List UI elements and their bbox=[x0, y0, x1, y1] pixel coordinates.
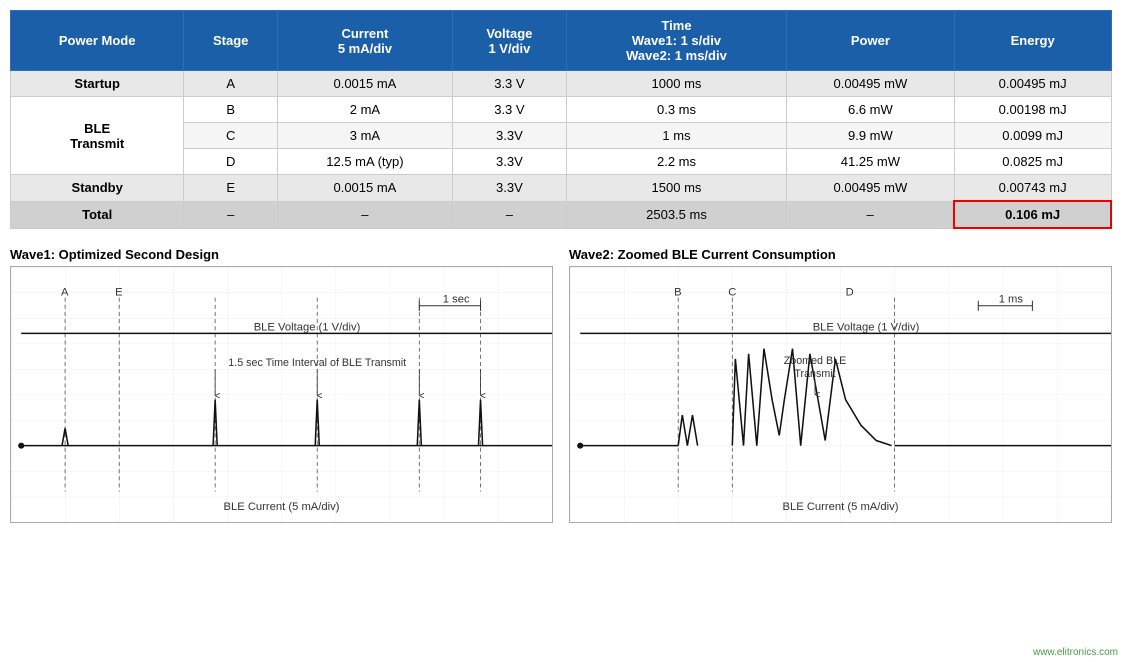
col-header-energy: Energy bbox=[954, 11, 1111, 71]
cell-voltage: 3.3 V bbox=[452, 71, 566, 97]
cell-voltage: 3.3V bbox=[452, 175, 566, 202]
cell-power: 6.6 mW bbox=[787, 97, 955, 123]
cell-power-mode: Standby bbox=[11, 175, 184, 202]
cell-power: 0.00495 mW bbox=[787, 71, 955, 97]
cell-current: 2 mA bbox=[278, 97, 453, 123]
col-header-stage: Stage bbox=[184, 11, 278, 71]
cell-stage: C bbox=[184, 123, 278, 149]
cell-time: 1500 ms bbox=[566, 175, 786, 202]
cell-stage: A bbox=[184, 71, 278, 97]
cell-stage: B bbox=[184, 97, 278, 123]
cell-energy-total: 0.106 mJ bbox=[954, 201, 1111, 228]
wave1-current-label: BLE Current (5 mA/div) bbox=[224, 501, 340, 513]
waves-section: Wave1: Optimized Second Design 1 bbox=[10, 247, 1112, 526]
cell-voltage: 3.3 V bbox=[452, 97, 566, 123]
col-header-time: TimeWave1: 1 s/divWave2: 1 ms/div bbox=[566, 11, 786, 71]
cell-power: 9.9 mW bbox=[787, 123, 955, 149]
cell-stage: – bbox=[184, 201, 278, 228]
cell-current: 0.0015 mA bbox=[278, 71, 453, 97]
cell-energy: 0.00495 mJ bbox=[954, 71, 1111, 97]
wave2-time-label: 1 ms bbox=[999, 294, 1024, 306]
col-header-power: Power bbox=[787, 11, 955, 71]
power-table: Power Mode Stage Current5 mA/div Voltage… bbox=[10, 10, 1112, 229]
marker-a-label: A bbox=[61, 287, 69, 299]
wave1-panel: Wave1: Optimized Second Design 1 bbox=[10, 247, 553, 526]
cell-current: 3 mA bbox=[278, 123, 453, 149]
wave1-title: Wave1: Optimized Second Design bbox=[10, 247, 553, 262]
marker-c-label: C bbox=[728, 287, 736, 299]
cell-current: 12.5 mA (typ) bbox=[278, 149, 453, 175]
wave1-svg: 1 sec A E BLE Voltage (1 V/div) bbox=[10, 266, 553, 523]
cell-energy: 0.0099 mJ bbox=[954, 123, 1111, 149]
cell-time: 2503.5 ms bbox=[566, 201, 786, 228]
cell-energy: 0.0825 mJ bbox=[954, 149, 1111, 175]
cell-power-mode: Total bbox=[11, 201, 184, 228]
cell-energy: 0.00743 mJ bbox=[954, 175, 1111, 202]
table-row: BLETransmit B 2 mA 3.3 V 0.3 ms 6.6 mW 0… bbox=[11, 97, 1112, 123]
cell-time: 0.3 ms bbox=[566, 97, 786, 123]
cell-current: – bbox=[278, 201, 453, 228]
marker-d-label: D bbox=[846, 287, 854, 299]
wave2-title: Wave2: Zoomed BLE Current Consumption bbox=[569, 247, 1112, 262]
col-header-voltage: Voltage1 V/div bbox=[452, 11, 566, 71]
cell-time: 2.2 ms bbox=[566, 149, 786, 175]
wave2-current-label: BLE Current (5 mA/div) bbox=[783, 501, 899, 513]
cell-power-mode: Startup bbox=[11, 71, 184, 97]
watermark: www.elitronics.com bbox=[1033, 647, 1118, 658]
cell-power-mode-ble: BLETransmit bbox=[11, 97, 184, 175]
cell-time: 1000 ms bbox=[566, 71, 786, 97]
cell-stage: E bbox=[184, 175, 278, 202]
cell-stage: D bbox=[184, 149, 278, 175]
wave2-panel: Wave2: Zoomed BLE Current Consumption bbox=[569, 247, 1112, 526]
table-row: Standby E 0.0015 mA 3.3V 1500 ms 0.00495… bbox=[11, 175, 1112, 202]
wave2-zoomed-label: Zoomed BLE bbox=[784, 355, 846, 367]
table-row: Startup A 0.0015 mA 3.3 V 1000 ms 0.0049… bbox=[11, 71, 1112, 97]
wave1-interval-label: 1.5 sec Time Interval of BLE Transmit bbox=[228, 357, 406, 369]
cell-voltage: 3.3V bbox=[452, 123, 566, 149]
wave2-transmit-label: Transmit bbox=[794, 368, 835, 380]
cell-voltage: 3.3V bbox=[452, 149, 566, 175]
wave1-time-label: 1 sec bbox=[443, 294, 470, 306]
wave2-voltage-label: BLE Voltage (1 V/div) bbox=[813, 321, 920, 333]
wave1-voltage-label: BLE Voltage (1 V/div) bbox=[254, 321, 361, 333]
cell-energy: 0.00198 mJ bbox=[954, 97, 1111, 123]
cell-power: – bbox=[787, 201, 955, 228]
cell-time: 1 ms bbox=[566, 123, 786, 149]
wave2-svg: 1 ms B C D BLE Voltage (1 V/div) Zoomed … bbox=[569, 266, 1112, 523]
col-header-power-mode: Power Mode bbox=[11, 11, 184, 71]
marker-e-label: E bbox=[115, 287, 122, 299]
table-row-total: Total – – – 2503.5 ms – 0.106 mJ bbox=[11, 201, 1112, 228]
cell-power: 0.00495 mW bbox=[787, 175, 955, 202]
col-header-current: Current5 mA/div bbox=[278, 11, 453, 71]
cell-current: 0.0015 mA bbox=[278, 175, 453, 202]
marker-b-label: B bbox=[674, 287, 681, 299]
cell-voltage: – bbox=[452, 201, 566, 228]
cell-power: 41.25 mW bbox=[787, 149, 955, 175]
